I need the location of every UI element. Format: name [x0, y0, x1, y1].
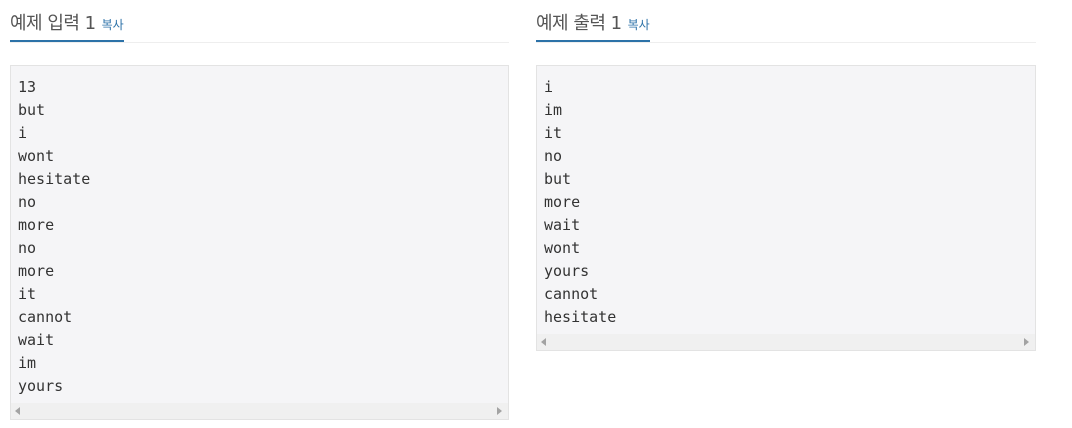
sample-line: wait: [544, 216, 581, 234]
sample-output-box[interactable]: i im it no but more wait wont yours cann…: [536, 65, 1036, 351]
sample-line: yours: [18, 377, 64, 395]
scroll-left-arrow-icon[interactable]: [541, 338, 546, 346]
sample-line: cannot: [18, 308, 73, 326]
sample-input-box[interactable]: 13 but i wont hesitate no more no more i…: [10, 65, 509, 420]
scroll-left-arrow-icon[interactable]: [15, 407, 20, 415]
sample-line: no: [18, 239, 37, 257]
scroll-right-arrow-icon[interactable]: [497, 407, 502, 415]
sample-output-headline: 예제 출력 1 복사: [536, 0, 1036, 43]
sample-line: i: [544, 78, 554, 96]
sample-output-text: i im it no but more wait wont yours cann…: [537, 66, 1035, 329]
sample-line: but: [18, 101, 46, 119]
sample-line: wont: [544, 239, 581, 257]
sample-line: wont: [18, 147, 55, 165]
sample-line: im: [544, 101, 563, 119]
sample-output-title: 예제 출력 1: [536, 13, 622, 34]
sample-line: more: [18, 216, 55, 234]
sample-line: it: [18, 285, 37, 303]
sample-input-scrollbar[interactable]: [11, 403, 508, 419]
sample-input-tab: 예제 입력 1 복사: [10, 0, 124, 42]
sample-line: no: [544, 147, 563, 165]
sample-line: i: [18, 124, 28, 142]
sample-input-text: 13 but i wont hesitate no more no more i…: [11, 66, 508, 398]
sample-line: more: [18, 262, 55, 280]
sample-line: im: [18, 354, 37, 372]
sample-input-panel: 예제 입력 1 복사 13 but i wont hesitate no more…: [10, 0, 509, 420]
sample-line: wait: [18, 331, 55, 349]
copy-input-button[interactable]: 복사: [102, 18, 124, 32]
scroll-right-arrow-icon[interactable]: [1024, 338, 1029, 346]
sample-line: 13: [18, 78, 37, 96]
sample-output-panel: 예제 출력 1 복사 i im it no but more wait wont …: [536, 0, 1036, 351]
sample-line: cannot: [544, 285, 599, 303]
sample-line: no: [18, 193, 37, 211]
sample-input-headline: 예제 입력 1 복사: [10, 0, 509, 43]
sample-output-scrollbar[interactable]: [537, 334, 1035, 350]
sample-line: but: [544, 170, 572, 188]
copy-output-button[interactable]: 복사: [628, 18, 650, 32]
sample-line: yours: [544, 262, 590, 280]
sample-line: hesitate: [544, 308, 617, 326]
sample-line: hesitate: [18, 170, 91, 188]
sample-line: it: [544, 124, 563, 142]
sample-input-title: 예제 입력 1: [10, 13, 96, 34]
sample-output-tab: 예제 출력 1 복사: [536, 0, 650, 42]
sample-line: more: [544, 193, 581, 211]
